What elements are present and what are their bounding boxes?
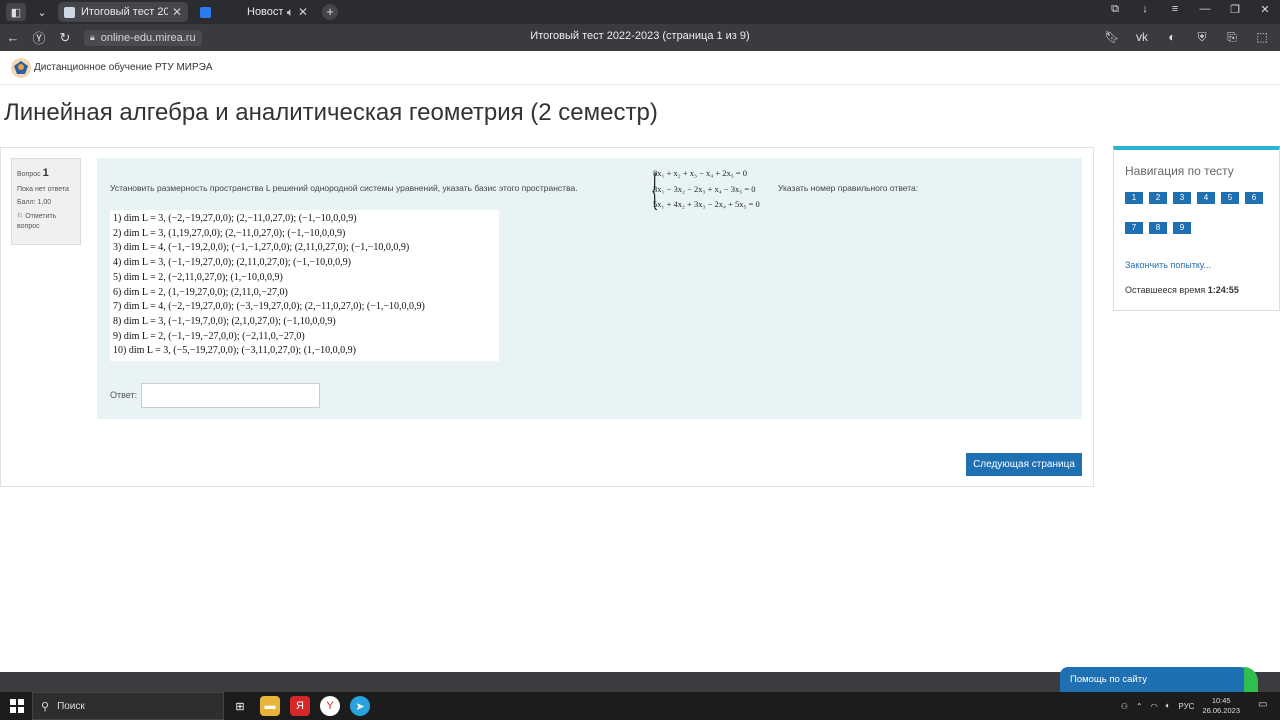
shield-icon[interactable]: ⛨ — [1192, 30, 1212, 45]
answer-label: Ответ: — [110, 390, 138, 400]
menu-icon[interactable]: ≡ — [1160, 3, 1190, 16]
restore-icon[interactable]: ❐ — [1220, 3, 1250, 16]
option-row: 2) dim L = 3, (1,19,27,0,0); (2,−11,0,27… — [113, 227, 346, 239]
option-row: 10) dim L = 3, (−5,−19,27,0,0); (−3,11,0… — [113, 345, 356, 357]
extension-icon[interactable]: ◐ — [1162, 30, 1182, 45]
option-row: 6) dim L = 2, (1,−19,27,0,0); (2,11,0,−2… — [113, 286, 288, 298]
option-row: 7) dim L = 4, (−2,−19,27,0,0); (−3,−19,2… — [113, 301, 425, 313]
nav-question-button[interactable]: 8 — [1149, 222, 1167, 234]
nav-question-button[interactable]: 4 — [1197, 192, 1215, 204]
downloads-icon[interactable]: ↓ — [1130, 3, 1160, 16]
nav-question-button[interactable]: 5 — [1221, 192, 1239, 204]
new-tab-button[interactable]: + — [322, 4, 338, 20]
answer-options: 1) dim L = 3, (−2,−19,27,0,0); (2,−11,0,… — [110, 210, 499, 361]
nav-question-button[interactable]: 6 — [1245, 192, 1263, 204]
flag-question-link[interactable]: ⚐ Отметить вопрос — [17, 212, 75, 233]
question-info: Вопрос 1 Пока нет ответа Балл: 1,00 ⚐ От… — [11, 158, 81, 245]
telegram-icon[interactable]: ➤ — [350, 696, 370, 716]
flag-icon: ⚐ — [17, 212, 24, 220]
browser-tab-bar: ◧ ⌄ Итоговый тест 2022-20 ✕ Новости 🔈︎ ✕… — [0, 0, 1280, 24]
nav-question-button[interactable]: 3 — [1173, 192, 1191, 204]
browser-menu-icon[interactable]: ◧ — [6, 3, 26, 21]
tab-title: Итоговый тест 2022-20 — [81, 6, 168, 18]
yandex-app-icon[interactable]: Я — [290, 696, 310, 716]
tab-test[interactable]: Итоговый тест 2022-20 ✕ — [58, 2, 188, 22]
option-row: 3) dim L = 4, (−1,−19,2,0,0); (−1,−1,27,… — [113, 242, 410, 254]
profile-icon[interactable]: ⬚ — [1252, 30, 1272, 45]
nav-question-button[interactable]: 1 — [1125, 192, 1143, 204]
wifi-icon[interactable]: ◠ — [1151, 702, 1158, 711]
page-title: Линейная алгебра и аналитическая геометр… — [4, 99, 658, 126]
quiz-navigation-title: Навигация по тесту — [1125, 164, 1234, 178]
taskbar-search[interactable]: ⚲ Поиск — [32, 692, 224, 720]
next-page-button[interactable]: Следующая страница — [966, 453, 1082, 476]
nav-question-button[interactable]: 2 — [1149, 192, 1167, 204]
option-row: 4) dim L = 3, (−1,−19,27,0,0); (2,11,0,2… — [113, 257, 351, 269]
bookmark-icon[interactable]: 🔖︎ — [1102, 30, 1122, 45]
question-number: 1 — [42, 167, 49, 179]
task-view-icon[interactable]: ⊞ — [230, 696, 250, 716]
question-content: Установить размерность пространства L ре… — [97, 158, 1082, 419]
equation-system: 8x₁ + x₂ + x₃ − x₄ + 2x₅ = 0 3x₁ − 3x₂ −… — [653, 166, 760, 213]
file-explorer-icon[interactable]: ▬ — [260, 696, 280, 716]
lock-icon: 🔒︎ — [90, 32, 95, 42]
language-indicator[interactable]: РУС — [1178, 702, 1194, 711]
translate-icon[interactable]: ⎘ — [1222, 30, 1242, 45]
people-icon[interactable]: ⚇ — [1121, 702, 1128, 711]
question-label: Вопрос — [17, 171, 41, 178]
nav-question-button[interactable]: 7 — [1125, 222, 1143, 234]
minimize-icon[interactable]: — — [1190, 3, 1220, 16]
tabs-dropdown-icon[interactable]: ⌄ — [32, 3, 52, 21]
equation: 5x₁ + 4x₂ + 3x₃ − 2x₄ + 5x₅ = 0 — [653, 199, 760, 209]
browser-toolbar-icons: 🔖︎ vk ◐ ⛨ ⎘ ⬚ — [1102, 30, 1272, 45]
timer-value: 1:24:55 — [1207, 285, 1239, 295]
reload-icon[interactable]: ↻ — [52, 30, 78, 46]
url-text: online-edu.mirea.ru — [100, 31, 196, 44]
close-window-icon[interactable]: ✕ — [1250, 3, 1280, 16]
finish-attempt-link[interactable]: Закончить попытку... — [1125, 260, 1211, 270]
back-icon[interactable]: ← — [0, 30, 26, 45]
question-status: Пока нет ответа — [17, 185, 69, 193]
question-score: Балл: 1,00 — [17, 199, 52, 206]
yandex-icon[interactable]: Ⓨ — [26, 28, 52, 47]
search-icon: ⚲ — [41, 700, 50, 713]
site-name[interactable]: Дистанционное обучение РТУ МИРЭА — [34, 62, 213, 73]
option-row: 8) dim L = 3, (−1,−19,7,0,0); (2,1,0,27,… — [113, 315, 336, 327]
volume-icon[interactable]: 🔈︎ — [1166, 701, 1171, 711]
close-tab-icon[interactable]: ✕ — [298, 5, 308, 19]
taskbar-apps: ⊞ ▬ Я Y ➤ — [230, 696, 370, 716]
url-field[interactable]: 🔒︎ online-edu.mirea.ru — [84, 29, 202, 46]
page-favicon-icon — [64, 6, 75, 18]
collections-icon[interactable]: ⧉ — [1100, 3, 1130, 16]
tab-title: Новости — [247, 6, 283, 18]
news-favicon-icon — [200, 6, 211, 18]
vk-icon[interactable]: vk — [1132, 30, 1152, 45]
answer-input[interactable] — [141, 383, 320, 408]
address-bar: ← Ⓨ ↻ 🔒︎ online-edu.mirea.ru — [0, 24, 1280, 51]
yandex-browser-icon[interactable]: Y — [320, 696, 340, 716]
notifications-icon[interactable]: ▭ — [1258, 699, 1272, 713]
system-tray: ⚇ ⌃ ◠ 🔈︎ РУС 10:45 26.06.2023 — [1121, 696, 1240, 716]
time-remaining: Оставшееся время 1:24:55 — [1125, 285, 1239, 295]
site-header: Дистанционное обучение РТУ МИРЭА — [0, 51, 1280, 85]
tab-news[interactable]: Новости 🔈︎ ✕ — [194, 2, 314, 22]
windows-start-icon[interactable] — [10, 699, 24, 713]
site-help-button[interactable]: Помощь по сайту — [1060, 667, 1258, 692]
question-instruction: Указать номер правильного ответа: — [778, 183, 919, 193]
taskbar: ⚲ Поиск ⊞ ▬ Я Y ➤ ⚇ ⌃ ◠ 🔈︎ РУС 10:45 26.… — [0, 692, 1280, 720]
option-row: 9) dim L = 2, (−1,−19,−27,0,0); (−2,11,0… — [113, 330, 305, 342]
clock[interactable]: 10:45 26.06.2023 — [1202, 696, 1240, 716]
equation: 3x₁ − 3x₂ − 2x₃ + x₄ − 3x₅ = 0 — [653, 183, 756, 194]
option-row: 1) dim L = 3, (−2,−19,27,0,0); (2,−11,0,… — [113, 213, 357, 224]
equation: 8x₁ + x₂ + x₃ − x₄ + 2x₅ = 0 — [653, 168, 748, 178]
mute-tab-icon[interactable]: 🔈︎ — [287, 5, 294, 20]
nav-question-button[interactable]: 9 — [1173, 222, 1191, 234]
close-tab-icon[interactable]: ✕ — [172, 5, 182, 19]
window-controls: ⧉ ↓ ≡ — ❐ ✕ — [1100, 3, 1280, 16]
chevron-up-icon[interactable]: ⌃ — [1136, 702, 1143, 711]
question-text: Установить размерность пространства L ре… — [110, 183, 578, 193]
mirea-logo-icon[interactable] — [10, 57, 32, 79]
quiz-navigation: Навигация по тесту 1 2 3 4 5 6 7 8 9 Зак… — [1113, 146, 1280, 311]
option-row: 5) dim L = 2, (−2,11,0,27,0); (1,−10,0,0… — [113, 271, 283, 283]
